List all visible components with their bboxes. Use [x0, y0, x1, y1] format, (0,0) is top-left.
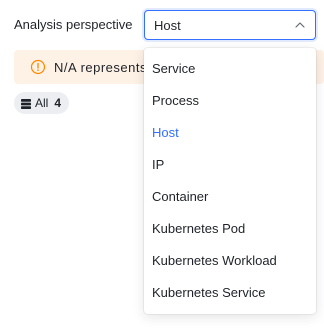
server-stack-icon	[20, 97, 32, 109]
option-kubernetes-workload[interactable]: Kubernetes Workload	[144, 244, 316, 276]
tag-all[interactable]: All 4	[14, 92, 70, 114]
option-kubernetes-pod[interactable]: Kubernetes Pod	[144, 212, 316, 244]
analysis-perspective-select[interactable]: Host	[144, 10, 316, 40]
analysis-perspective-dropdown: Service Process Host IP Container Kubern…	[144, 48, 316, 314]
option-container[interactable]: Container	[144, 180, 316, 212]
tag-count: 4	[54, 96, 62, 110]
tag-label: All	[35, 96, 49, 110]
option-service[interactable]: Service	[144, 52, 316, 84]
alert-text-visible: N/A represents	[54, 59, 147, 75]
select-value: Host	[154, 17, 181, 33]
page: Analysis perspective Host N/A represents…	[0, 0, 324, 329]
option-host[interactable]: Host	[144, 116, 316, 148]
chevron-up-icon[interactable]	[294, 19, 306, 31]
analysis-perspective-filter: Analysis perspective Host	[14, 10, 316, 40]
option-process[interactable]: Process	[144, 84, 316, 116]
option-kubernetes-service[interactable]: Kubernetes Service	[144, 276, 316, 308]
option-ip[interactable]: IP	[144, 148, 316, 180]
info-circle-icon	[30, 59, 46, 75]
analysis-perspective-label: Analysis perspective	[14, 17, 133, 32]
